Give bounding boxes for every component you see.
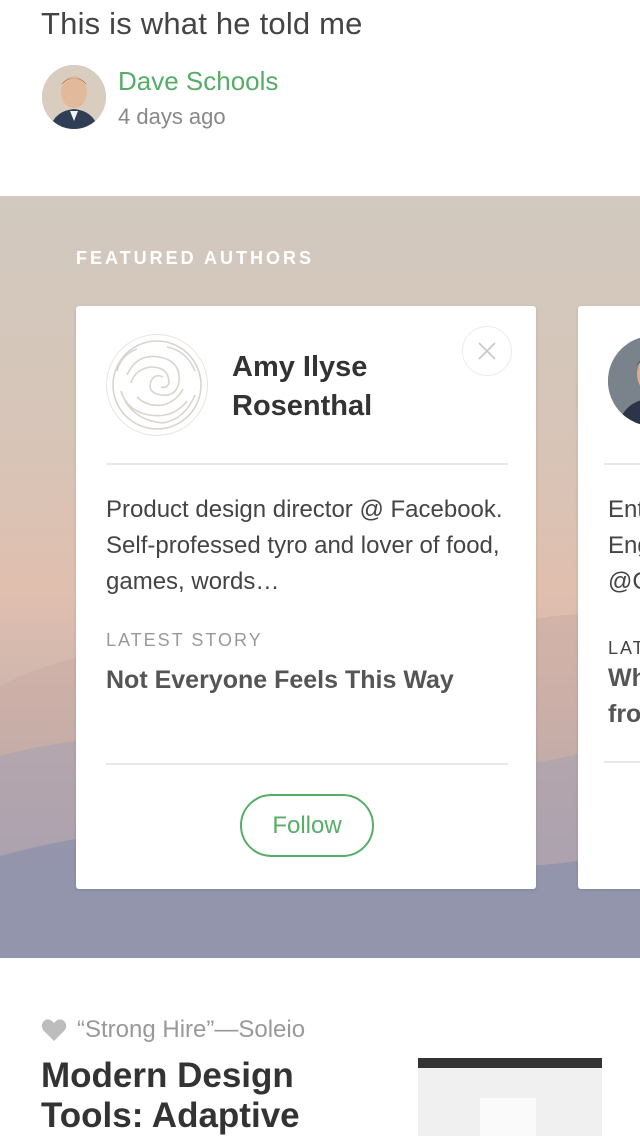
bottom-story-title[interactable]: Modern Design Tools: Adaptive: [41, 1056, 371, 1136]
author-card-next-bio: Eng: [608, 532, 640, 559]
story-thumbnail[interactable]: [418, 1058, 602, 1136]
thumbnail-content: [480, 1098, 536, 1136]
author-name-link[interactable]: Dave Schools: [118, 66, 278, 97]
latest-story-link[interactable]: Wh: [608, 660, 640, 696]
latest-story-link[interactable]: fro: [608, 696, 640, 732]
card-divider-bottom: [106, 763, 508, 765]
swirl-pattern-icon: [112, 340, 202, 430]
post-time: 4 days ago: [118, 104, 226, 129]
author-card-next-avatar[interactable]: [608, 336, 640, 426]
bottom-story[interactable]: “Strong Hire”—Soleio Modern Design Tools…: [0, 958, 640, 1136]
author-card-avatar[interactable]: [106, 334, 208, 436]
author-card-next[interactable]: Ent Eng @C LAT Wh fro: [578, 306, 640, 889]
latest-story-label: LATEST STORY: [106, 630, 263, 650]
author-card-bio: Product design director @ Facebook. Self…: [106, 496, 503, 595]
card-divider-bottom: [604, 761, 640, 763]
author-avatar[interactable]: [42, 65, 106, 129]
author-card[interactable]: Amy Ilyse Rosenthal Product design direc…: [76, 306, 536, 889]
featured-authors-heading: FEATURED AUTHORS: [76, 248, 314, 268]
recommended-by-text: “Strong Hire”—Soleio: [77, 1016, 306, 1043]
featured-authors-section: FEATURED AUTHORS Amy Ilyse Rosenthal Pro…: [0, 196, 640, 958]
avatar-photo-icon: [608, 336, 640, 426]
recommendation-row: “Strong Hire”—Soleio: [41, 1016, 305, 1044]
follow-button[interactable]: Follow: [240, 794, 374, 857]
heart-icon: [41, 1019, 67, 1041]
close-icon: [478, 342, 496, 360]
author-card-name[interactable]: Amy Ilyse Rosenthal: [232, 348, 432, 426]
author-card-next-bio: @C: [608, 568, 640, 595]
avatar-photo-icon: [42, 65, 106, 129]
dismiss-card-button[interactable]: [462, 326, 512, 376]
top-story[interactable]: This is what he told me Dave Schools 4 d…: [0, 0, 640, 196]
latest-story-link[interactable]: Not Everyone Feels This Way: [106, 666, 506, 695]
story-title[interactable]: This is what he told me: [41, 6, 363, 42]
card-divider-top: [604, 463, 640, 465]
thumbnail-toolbar: [418, 1058, 602, 1068]
author-card-next-bio: Ent: [608, 496, 640, 523]
card-divider-top: [106, 463, 508, 465]
